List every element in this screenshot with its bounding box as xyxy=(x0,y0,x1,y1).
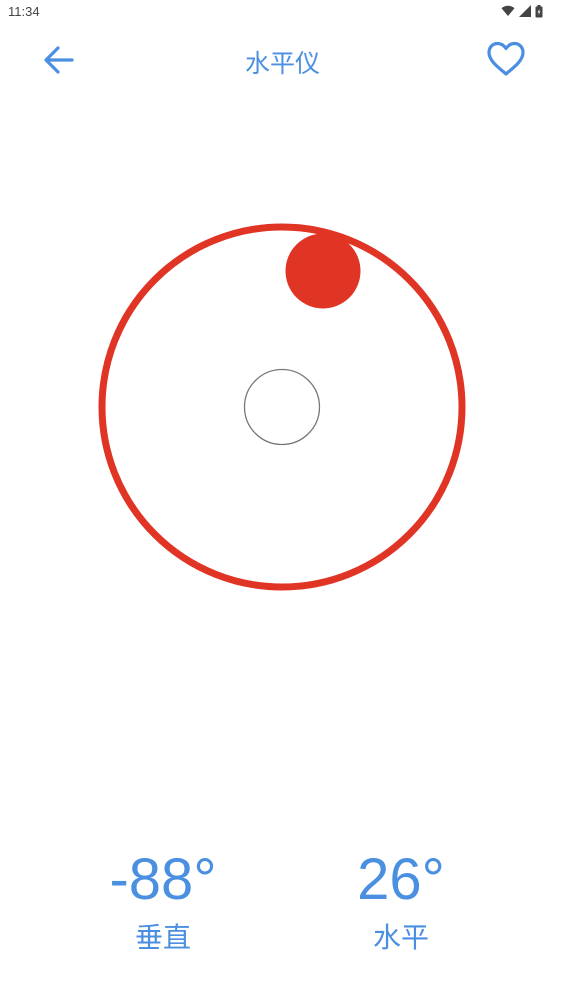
vertical-angle-value: -88° xyxy=(109,847,217,912)
level-center-target xyxy=(243,368,321,446)
wifi-icon xyxy=(501,5,515,17)
signal-icon xyxy=(519,5,531,17)
horizontal-angle-label: 水平 xyxy=(372,921,429,954)
status-bar: 11:34 xyxy=(0,0,565,24)
horizontal-angle-value: 26° xyxy=(357,847,445,912)
app-bar: 水平仪 xyxy=(0,30,565,90)
heart-outline-icon xyxy=(487,41,525,76)
bubble-level xyxy=(97,222,467,592)
status-icons xyxy=(501,4,543,18)
level-bubble xyxy=(285,233,361,309)
vertical-readout: -88° 垂直 xyxy=(63,848,263,956)
bubble-level-graphic xyxy=(98,223,466,591)
battery-icon xyxy=(535,4,543,17)
status-time: 11:34 xyxy=(8,4,40,19)
favorite-button[interactable] xyxy=(477,36,535,82)
level-outer-ring xyxy=(98,223,466,591)
vertical-angle-label: 垂直 xyxy=(134,921,191,954)
horizontal-readout: 26° 水平 xyxy=(301,848,501,956)
